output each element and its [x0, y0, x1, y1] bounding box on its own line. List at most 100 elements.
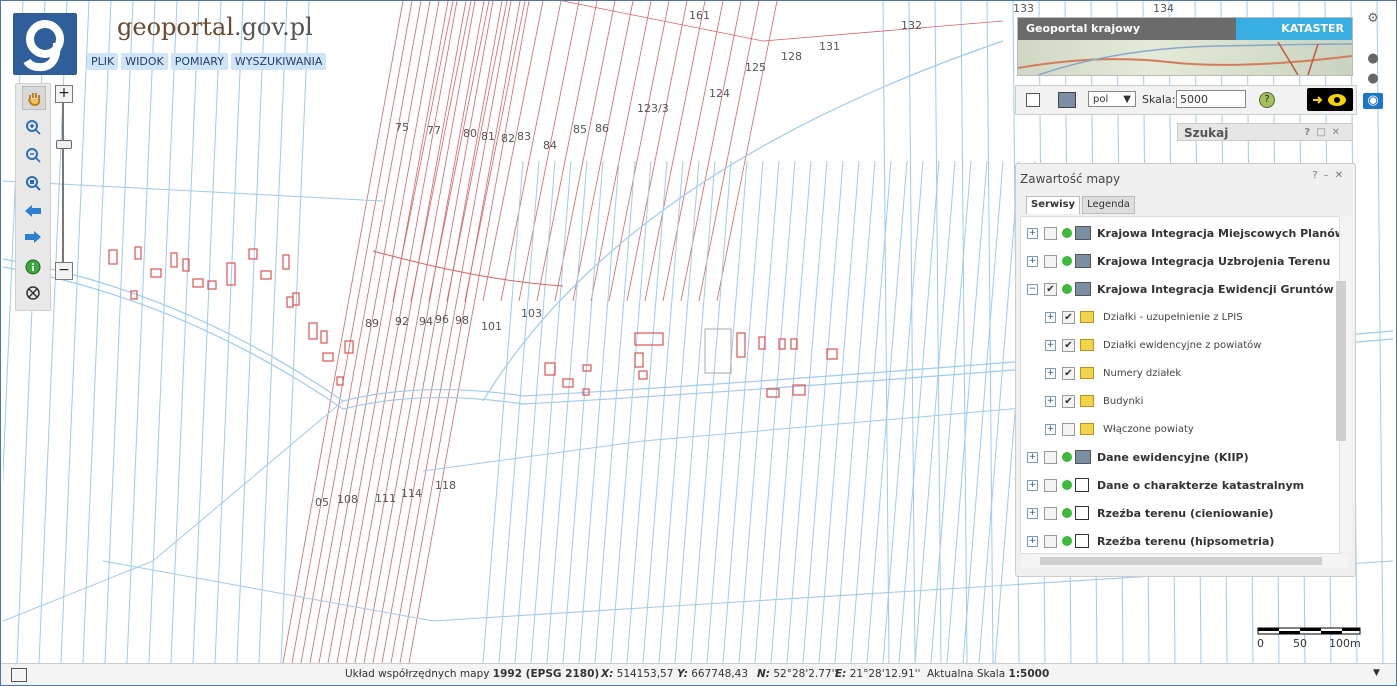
tab-legenda[interactable]: Legenda	[1082, 196, 1135, 214]
layer-checkbox[interactable]	[1044, 254, 1057, 268]
hand-icon[interactable]	[22, 86, 46, 110]
status-scroll-down-icon[interactable]: ▼	[1373, 668, 1383, 678]
parcel-number-label: 124	[709, 87, 730, 100]
layer-row[interactable]: + ✔ Budynki	[1045, 391, 1143, 411]
cadastral-strip-line	[590, 1, 652, 302]
expand-toggle-icon[interactable]: +	[1027, 507, 1038, 519]
layer-checkbox[interactable]: ✔	[1044, 282, 1057, 296]
legend-icon[interactable]	[1026, 93, 1040, 107]
scale-input[interactable]: 5000	[1176, 90, 1246, 108]
expand-toggle-icon[interactable]: +	[1027, 227, 1038, 239]
zoom-plus-button[interactable]: +	[55, 85, 73, 103]
layer-checkbox[interactable]: ✔	[1062, 366, 1075, 380]
building-outline	[544, 362, 556, 376]
menu-widok[interactable]: WIDOK	[121, 53, 168, 70]
wms-icon[interactable]	[1058, 92, 1076, 108]
status-dot-icon	[1062, 228, 1072, 238]
parcel-boundary	[498, 160, 540, 663]
zoom-slider[interactable]: + −	[53, 85, 73, 281]
zoom-out-icon[interactable]	[22, 144, 44, 166]
layer-checkbox[interactable]	[1044, 506, 1057, 520]
wms-icon	[1075, 450, 1091, 464]
expand-toggle-icon[interactable]: +	[1045, 311, 1056, 323]
expand-toggle-icon[interactable]: +	[1027, 451, 1038, 463]
expand-toggle-icon[interactable]: +	[1027, 255, 1038, 267]
layer-checkbox[interactable]	[1044, 478, 1057, 492]
parcel-number-label: 132	[901, 19, 922, 32]
zoom-minus-button[interactable]: −	[55, 262, 73, 280]
cadastral-strip-line	[392, 1, 454, 302]
forward-arrow-icon[interactable]	[22, 226, 44, 248]
expand-toggle-icon[interactable]: +	[1027, 479, 1038, 491]
zoom-handle[interactable]	[56, 140, 72, 149]
layer-checkbox[interactable]	[1044, 534, 1057, 548]
eye-toggle-button[interactable]	[1307, 88, 1353, 111]
layer-checkbox[interactable]: ✔	[1062, 310, 1075, 324]
overview-toggle-icon[interactable]	[11, 668, 27, 682]
vertical-scroll-thumb[interactable]	[1336, 281, 1346, 441]
search-panel-header[interactable]: Szukaj ?□✕	[1177, 123, 1353, 141]
cadastral-strip-line	[318, 1, 440, 663]
layer-checkbox[interactable]	[1044, 450, 1057, 464]
expand-toggle-icon[interactable]: +	[1045, 395, 1056, 407]
basemap-switcher[interactable]: Geoportal krajowy KATASTER	[1017, 17, 1353, 76]
layer-checkbox[interactable]: ✔	[1062, 394, 1075, 408]
panel-window-buttons[interactable]: ?□✕	[1304, 124, 1346, 142]
contents-panel-title: Zawartość mapy	[1020, 172, 1121, 186]
parcel-number-label: 94	[419, 315, 433, 328]
menu-plik[interactable]: PLIK	[87, 53, 119, 70]
parcel-number-label: 103	[521, 307, 542, 320]
layer-checkbox[interactable]	[1062, 422, 1075, 436]
cadastral-strip-line	[410, 1, 472, 302]
layer-row[interactable]: + Rzeźba terenu (hipsometria)	[1027, 531, 1274, 551]
cadastral-strip-line	[363, 1, 485, 663]
back-arrow-icon[interactable]	[22, 200, 44, 222]
zoom-in-icon[interactable]	[22, 116, 44, 138]
expand-toggle-icon[interactable]: +	[1045, 367, 1056, 379]
help-icon[interactable]: ?	[1259, 92, 1275, 108]
zoom-track[interactable]	[62, 103, 64, 263]
cadastral-strip-line	[698, 1, 760, 302]
layer-label: Działki ewidencyjne z powiatów	[1103, 339, 1262, 351]
building-outline	[336, 376, 344, 386]
layer-row[interactable]: + ✔ Działki - uzupełnienie z LPIS	[1045, 307, 1243, 327]
language-select[interactable]: pol ▼	[1088, 91, 1136, 107]
expand-toggle-icon[interactable]: +	[1045, 339, 1056, 351]
folder-icon	[1080, 423, 1094, 435]
eye-small-icon[interactable]: ●	[1365, 71, 1381, 87]
layer-checkbox[interactable]: ✔	[1062, 338, 1075, 352]
tab-serwisy[interactable]: Serwisy	[1026, 196, 1081, 214]
layer-row[interactable]: + Krajowa Integracja Uzbrojenia Terenu	[1027, 251, 1330, 271]
layer-tree-horizontal-scrollbar[interactable]	[1022, 554, 1348, 568]
parcel-number-label: 134	[1153, 2, 1174, 15]
expand-toggle-icon[interactable]: +	[1027, 535, 1038, 547]
layer-row[interactable]: + Rzeźba terenu (cieniowanie)	[1027, 503, 1274, 523]
main-menu: PLIK WIDOK POMIARY WYSZUKIWANIA	[87, 53, 327, 70]
horizontal-scroll-thumb[interactable]	[1040, 557, 1322, 565]
cadastral-strip-line	[354, 1, 476, 663]
layer-row[interactable]: + Włączone powiaty	[1045, 419, 1194, 439]
layer-row[interactable]: + ✔ Numery działek	[1045, 363, 1181, 383]
basemap-geoportal-krajowy[interactable]: Geoportal krajowy	[1018, 18, 1236, 40]
eye-small-icon[interactable]: ●	[1365, 51, 1381, 67]
gear-icon[interactable]: ⚙	[1365, 11, 1381, 27]
eye-icon	[1313, 94, 1346, 106]
layer-row[interactable]: + Krajowa Integracja Miejscowych Planów Z	[1027, 223, 1339, 243]
layer-row[interactable]: − ✔ Krajowa Integracja Ewidencji Gruntów	[1027, 279, 1334, 299]
layer-checkbox[interactable]	[1044, 226, 1057, 240]
menu-wyszukiwania[interactable]: WYSZUKIWANIA	[230, 53, 327, 70]
expand-toggle-icon[interactable]: −	[1027, 283, 1038, 295]
measure-icon[interactable]	[22, 282, 44, 304]
layer-row[interactable]: + Dane o charakterze katastralnym	[1027, 475, 1304, 495]
zoom-extent-icon[interactable]	[22, 172, 44, 194]
cadastral-strip-line	[716, 1, 778, 302]
eye-icon[interactable]: ◉	[1363, 93, 1383, 109]
info-icon[interactable]	[22, 256, 44, 278]
scale-tick-50: 50	[1293, 637, 1307, 650]
expand-toggle-icon[interactable]: +	[1045, 423, 1056, 435]
layer-row[interactable]: + ✔ Działki ewidencyjne z powiatów	[1045, 335, 1261, 355]
menu-pomiary[interactable]: POMIARY	[170, 53, 228, 70]
layer-row[interactable]: + Dane ewidencyjne (KIIP)	[1027, 447, 1249, 467]
panel-window-buttons[interactable]: ?–✕	[1312, 170, 1349, 181]
basemap-kataster[interactable]: KATASTER	[1236, 18, 1352, 40]
